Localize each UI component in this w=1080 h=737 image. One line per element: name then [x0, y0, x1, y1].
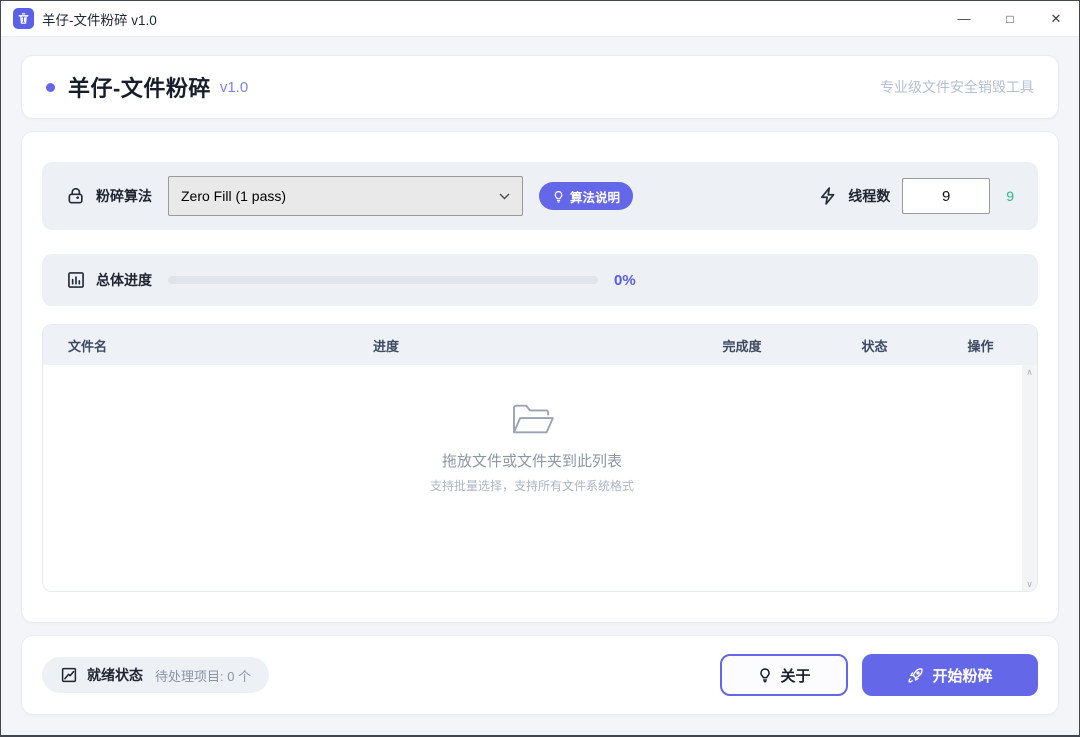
start-shred-button[interactable]: 开始粉碎 [862, 654, 1038, 696]
column-status: 状态 [817, 336, 932, 355]
empty-state-title: 拖放文件或文件夹到此列表 [442, 450, 622, 471]
threads-label: 线程数 [848, 186, 890, 206]
maximize-icon: □ [1006, 12, 1013, 26]
app-trash-icon [13, 8, 34, 29]
table-header-row: 文件名 进度 完成度 状态 操作 [43, 325, 1037, 365]
lightbulb-icon [757, 667, 773, 683]
progress-bar [168, 276, 598, 284]
window-titlebar[interactable]: 羊仔-文件粉碎 v1.0 — □ ✕ [1, 1, 1079, 37]
column-progress: 进度 [373, 336, 667, 355]
status-label: 就绪状态 [87, 665, 143, 685]
empty-state-subtitle: 支持批量选择，支持所有文件系统格式 [430, 477, 634, 494]
main-card: 粉碎算法 Zero Fill (1 pass) 算法说明 线程数 9 [21, 131, 1059, 623]
file-table: 文件名 进度 完成度 状态 操作 拖放文件或文件夹到此列表 支持批量选择，支持所… [42, 324, 1038, 592]
app-window: 羊仔-文件粉碎 v1.0 — □ ✕ 羊仔-文件粉碎 v1.0 专业级文件安全销… [0, 0, 1080, 737]
window-title: 羊仔-文件粉碎 v1.0 [42, 9, 157, 29]
footer-card: 就绪状态 待处理项目: 0 个 关于 开始粉 [21, 635, 1059, 715]
algorithm-select[interactable]: Zero Fill (1 pass) [168, 176, 523, 216]
about-button-label: 关于 [780, 665, 810, 686]
page: 羊仔-文件粉碎 v1.0 专业级文件安全销毁工具 粉碎算法 Zero Fill … [1, 37, 1079, 735]
lightbulb-icon [552, 190, 565, 203]
threads-input[interactable] [902, 178, 990, 214]
page-title: 羊仔-文件粉碎 [68, 71, 211, 103]
threads-hint: 9 [1006, 188, 1014, 204]
column-action: 操作 [932, 336, 1037, 355]
app-subtitle: 专业级文件安全销毁工具 [880, 77, 1034, 97]
file-drop-zone[interactable]: 拖放文件或文件夹到此列表 支持批量选择，支持所有文件系统格式 ∧ ∨ [43, 365, 1037, 591]
trend-chart-icon [60, 666, 78, 684]
minimize-button[interactable]: — [941, 1, 987, 36]
progress-label: 总体进度 [96, 270, 152, 290]
start-button-label: 开始粉碎 [932, 665, 992, 686]
status-badge: 就绪状态 待处理项目: 0 个 [42, 657, 269, 693]
rocket-icon [907, 667, 924, 684]
bar-chart-icon [66, 270, 86, 290]
status-detail: 待处理项目: 0 个 [155, 666, 251, 685]
scroll-up-icon[interactable]: ∧ [1026, 365, 1033, 379]
column-filename: 文件名 [43, 336, 373, 355]
algorithm-label: 粉碎算法 [96, 186, 152, 206]
settings-row: 粉碎算法 Zero Fill (1 pass) 算法说明 线程数 9 [42, 162, 1038, 230]
lightning-icon [818, 186, 838, 206]
algorithm-selected-value: Zero Fill (1 pass) [181, 188, 286, 204]
progress-row: 总体进度 0% [42, 254, 1038, 306]
maximize-button[interactable]: □ [987, 1, 1033, 36]
table-scrollbar[interactable]: ∧ ∨ [1022, 365, 1037, 591]
close-icon: ✕ [1051, 11, 1062, 27]
header-card: 羊仔-文件粉碎 v1.0 专业级文件安全销毁工具 [21, 55, 1059, 119]
algorithm-help-label: 算法说明 [570, 187, 620, 206]
close-button[interactable]: ✕ [1033, 1, 1079, 36]
column-completion: 完成度 [667, 336, 817, 355]
empty-state: 拖放文件或文件夹到此列表 支持批量选择，支持所有文件系统格式 [43, 401, 1021, 494]
open-folder-icon [509, 401, 555, 437]
scroll-down-icon[interactable]: ∨ [1026, 577, 1033, 591]
accent-dot [46, 83, 55, 92]
algorithm-help-button[interactable]: 算法说明 [539, 182, 633, 210]
version-label: v1.0 [220, 79, 248, 96]
chevron-down-icon [499, 193, 510, 200]
minimize-icon: — [958, 11, 971, 26]
progress-percent: 0% [614, 272, 636, 289]
lock-icon [66, 186, 86, 206]
about-button[interactable]: 关于 [720, 654, 848, 696]
